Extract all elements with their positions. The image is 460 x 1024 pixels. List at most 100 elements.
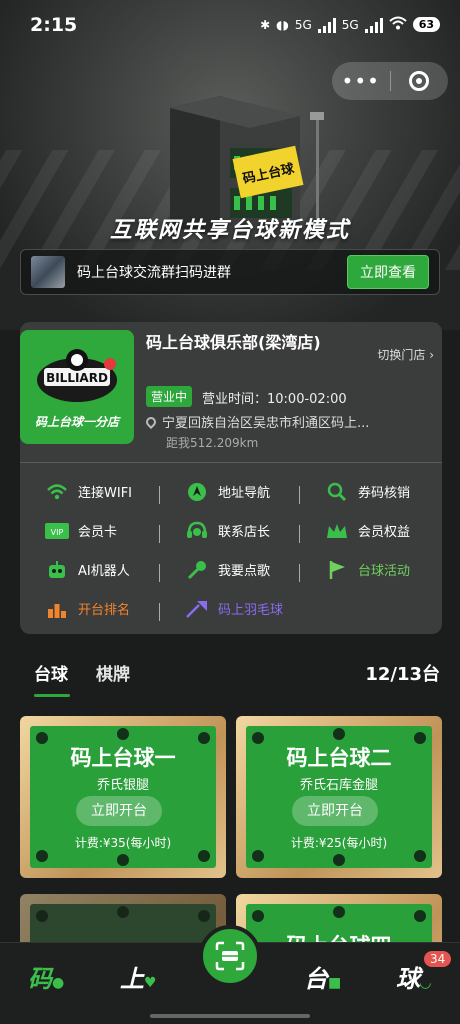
scan-icon: [215, 941, 245, 971]
nav-table-label: 台: [304, 965, 328, 993]
table-price: 计费:¥25(每小时): [290, 836, 388, 850]
clock: 2:15: [30, 14, 78, 36]
view-group-button[interactable]: 立即查看: [347, 255, 429, 289]
feature-label: 联系店长: [218, 525, 271, 540]
feature-label: 地址导航: [218, 486, 271, 501]
bottom-navigation: 码● 上♥ 台■ 球◡ 34: [0, 925, 460, 1024]
feature-billiard-activity[interactable]: 台球活动: [300, 560, 440, 580]
table-felt: 码上台球一 乔氏银腿 立即开台 计费:¥35(每小时): [30, 726, 216, 868]
store-distance: 距我512.209km: [166, 436, 259, 450]
pocket: [36, 910, 48, 922]
more-menu-icon[interactable]: •••: [332, 62, 390, 100]
pocket: [117, 728, 129, 740]
group-thumbnail: [31, 256, 65, 288]
feature-ai-robot[interactable]: AI机器人: [20, 560, 160, 582]
business-hours: 营业时间：10:00-02:00: [202, 392, 347, 407]
feature-label: 券码核销: [358, 486, 411, 501]
microphone-icon: [184, 560, 210, 580]
nav-up-label: 上: [120, 965, 144, 993]
wifi-status-icon: [389, 16, 407, 33]
vip-card-icon: VIP: [44, 521, 70, 541]
group-banner[interactable]: 码上台球交流群扫码进群 立即查看: [20, 249, 440, 295]
table-felt: 码上台球二 乔氏石库金腿 立即开台 计费:¥25(每小时): [246, 726, 432, 868]
table-type: 乔氏银腿: [96, 778, 149, 793]
status-icons: ✱ ◖◗ 5G 5G 63: [260, 16, 440, 33]
heart-icon: ♥: [144, 975, 157, 991]
bluetooth-icon: ✱: [260, 17, 271, 32]
feature-label: 开台排名: [78, 603, 131, 618]
store-logo-text: 码上台球一分店: [34, 415, 119, 429]
open-table-button[interactable]: 立即开台: [76, 796, 162, 826]
feature-coupon-verify[interactable]: 券码核销: [300, 482, 440, 502]
flag-icon: [324, 560, 350, 580]
pocket: [117, 854, 129, 866]
badminton-icon: [184, 599, 210, 619]
feature-row: 开台排名 码上羽毛球: [20, 589, 442, 628]
battery-icon: 63: [412, 17, 440, 32]
feature-vip-card[interactable]: VIP 会员卡: [20, 521, 160, 543]
nav-item-up[interactable]: 上♥: [120, 959, 157, 994]
nav-ball-label: 球: [396, 965, 420, 993]
feature-ranking[interactable]: 开台排名: [20, 599, 160, 621]
nav-item-table[interactable]: 台■: [304, 959, 341, 994]
nav-home-label: 码: [28, 965, 52, 993]
network-5g-label: 5G: [294, 17, 312, 32]
crown-icon: [324, 521, 350, 541]
switch-store-link[interactable]: 切换门店 ›: [377, 346, 434, 363]
feature-wifi[interactable]: 连接WIFI: [20, 482, 160, 504]
feature-badminton[interactable]: 码上羽毛球: [160, 599, 300, 619]
table-name: 码上台球二: [286, 746, 392, 770]
home-indicator: [150, 1014, 310, 1018]
pocket: [333, 854, 345, 866]
status-bar: 2:15 ✱ ◖◗ 5G 5G 63: [0, 0, 460, 52]
address-text: 宁夏回族自治区吴忠市利通区码上...: [162, 416, 370, 431]
navigation-icon: [184, 482, 210, 502]
pocket: [252, 910, 264, 922]
table-card[interactable]: 码上台球二 乔氏石库金腿 立即开台 计费:¥25(每小时): [236, 716, 442, 878]
headset-icon: [184, 521, 210, 541]
feature-contact-manager[interactable]: 联系店长: [160, 521, 300, 543]
chevron-right-icon: ›: [429, 348, 434, 362]
robot-icon: [44, 560, 70, 580]
pocket: [414, 910, 426, 922]
wifi-icon: [44, 482, 70, 502]
feature-label: 连接WIFI: [78, 486, 132, 501]
close-program-icon[interactable]: [391, 71, 449, 91]
group-banner-text: 码上台球交流群扫码进群: [77, 265, 231, 281]
earbuds-icon: ◖◗: [276, 17, 289, 32]
logo-billiard-text: BILLIARD: [46, 371, 108, 385]
pocket: [252, 850, 264, 862]
scan-button[interactable]: [199, 925, 261, 987]
feature-label: 我要点歌: [218, 564, 271, 579]
table-card[interactable]: 码上台球一 乔氏银腿 立即开台 计费:¥35(每小时): [20, 716, 226, 878]
location-pin-icon: [143, 414, 159, 429]
pocket: [333, 728, 345, 740]
open-table-button[interactable]: 立即开台: [292, 796, 378, 826]
open-status-badge: 营业中: [146, 386, 193, 407]
switch-store-label: 切换门店: [377, 348, 426, 362]
hero-title: 互联网共享台球新模式: [109, 218, 350, 243]
feature-grid: 连接WIFI 地址导航 券码核销 VIP 会员卡 联系店长 会员权益 AI机器人…: [20, 472, 442, 628]
mini-program-capsule: •••: [332, 62, 448, 100]
feature-member-benefits[interactable]: 会员权益: [300, 521, 440, 541]
feature-label: AI机器人: [78, 564, 130, 579]
store-card: BILLIARD 码上台球一分店 码上台球俱乐部(梁湾店) 切换门店 › 营业中…: [20, 322, 442, 634]
notification-badge: 34: [424, 951, 452, 967]
smile-icon: ◡: [420, 975, 431, 991]
tab-chess-cards[interactable]: 棋牌: [96, 660, 130, 685]
pocket: [414, 850, 426, 862]
tab-billiards[interactable]: 台球: [34, 660, 70, 697]
store-address[interactable]: 宁夏回族自治区吴忠市利通区码上...: [143, 412, 370, 431]
feature-navigation[interactable]: 地址导航: [160, 482, 300, 504]
store-logo: BILLIARD 码上台球一分店: [20, 330, 134, 444]
store-divider: [20, 462, 442, 463]
hero-banner: 码上台球 2:15 ✱ ◖◗ 5G 5G 63 ••• 互联网共享台球新模式 码…: [0, 0, 460, 330]
category-tabs: 台球 棋牌: [34, 660, 130, 697]
network-5g-label-2: 5G: [341, 17, 359, 32]
pocket: [198, 910, 210, 922]
feature-song-request[interactable]: 我要点歌: [160, 560, 300, 582]
billiard-ball-icon: ●: [52, 975, 65, 991]
table-icon: ■: [328, 975, 342, 991]
nav-item-home[interactable]: 码●: [28, 959, 64, 994]
feature-label: 会员卡: [78, 525, 118, 540]
